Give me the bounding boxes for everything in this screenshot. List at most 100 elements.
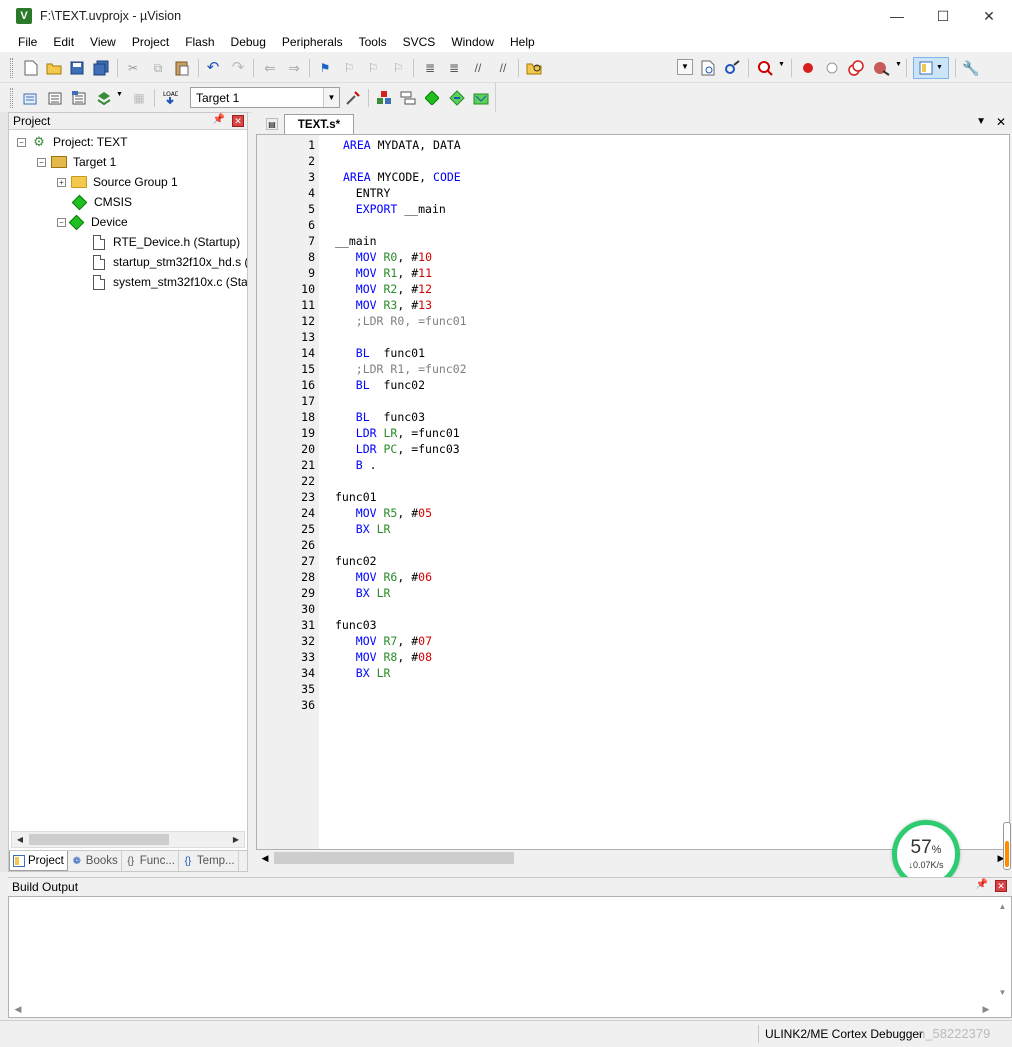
code-editor[interactable]: 1 AREA MYDATA, DATA 2 3 AREA MYCODE, CODE 4 E… bbox=[256, 134, 1010, 850]
scroll-up-icon[interactable]: ▲ bbox=[994, 899, 1011, 913]
menu-debug[interactable]: Debug bbox=[223, 32, 274, 52]
code-line[interactable]: 2 bbox=[257, 153, 997, 169]
code-line[interactable]: 23 func01 bbox=[257, 489, 997, 505]
project-hscrollbar[interactable]: ◀ ▶ bbox=[11, 831, 245, 848]
translate-icon[interactable] bbox=[21, 89, 39, 107]
menu-window[interactable]: Window bbox=[443, 32, 502, 52]
code-line[interactable]: 13 bbox=[257, 329, 997, 345]
tree-item-file[interactable]: startup_stm32f10x_hd.s ( bbox=[91, 252, 247, 272]
prev-bookmark-icon[interactable]: ⚐ bbox=[340, 59, 358, 77]
tree-item-device[interactable]: − Device bbox=[57, 212, 128, 232]
menu-edit[interactable]: Edit bbox=[45, 32, 82, 52]
find-in-files-icon[interactable] bbox=[525, 59, 543, 77]
code-line[interactable]: 12 ;LDR R0, =func01 bbox=[257, 313, 997, 329]
code-line[interactable]: 19 LDR LR, =func01 bbox=[257, 425, 997, 441]
menu-svcs[interactable]: SVCS bbox=[395, 32, 444, 52]
new-file-icon[interactable] bbox=[22, 59, 40, 77]
code-line[interactable]: 35 bbox=[257, 681, 997, 697]
code-line[interactable]: 4 ENTRY bbox=[257, 185, 997, 201]
select-software-packs-icon[interactable] bbox=[472, 89, 490, 107]
tab-text-s[interactable]: TEXT.s* bbox=[284, 114, 354, 134]
code-line[interactable]: 3 AREA MYCODE, CODE bbox=[257, 169, 997, 185]
unindent-icon[interactable]: ≣ bbox=[445, 59, 463, 77]
collapse-icon[interactable]: − bbox=[17, 137, 26, 147]
maximize-button[interactable]: ☐ bbox=[920, 0, 966, 32]
code-line[interactable]: 32 MOV R7, #07 bbox=[257, 633, 997, 649]
code-line[interactable]: 9 MOV R1, #11 bbox=[257, 265, 997, 281]
collapse-icon[interactable]: − bbox=[57, 217, 66, 227]
minimize-button[interactable]: — bbox=[874, 0, 920, 32]
code-line[interactable]: 18 BL func03 bbox=[257, 409, 997, 425]
options-for-target-icon[interactable] bbox=[344, 89, 362, 107]
close-icon[interactable]: ✕ bbox=[995, 880, 1007, 892]
find-dropdown-icon[interactable]: ▼ bbox=[677, 59, 693, 75]
insert-breakpoint-icon[interactable] bbox=[799, 59, 817, 77]
download-load-icon[interactable]: LOAD bbox=[161, 89, 179, 107]
menu-project[interactable]: Project bbox=[124, 32, 177, 52]
pin-icon[interactable]: 📌 bbox=[213, 114, 225, 125]
pin-icon[interactable]: 📌 bbox=[976, 879, 988, 890]
code-line[interactable]: 24 MOV R5, #05 bbox=[257, 505, 997, 521]
pack-installer-icon[interactable] bbox=[448, 89, 466, 107]
incremental-find-icon[interactable] bbox=[699, 59, 717, 77]
code-line[interactable]: 21 B . bbox=[257, 457, 997, 473]
code-line[interactable]: 27 func02 bbox=[257, 553, 997, 569]
tree-item-cmsis[interactable]: CMSIS bbox=[71, 192, 132, 212]
code-line[interactable]: 25 BX LR bbox=[257, 521, 997, 537]
close-icon[interactable]: ✕ bbox=[232, 115, 244, 127]
menu-file[interactable]: File bbox=[10, 32, 45, 52]
tree-item-project[interactable]: − ⚙ Project: TEXT bbox=[17, 132, 127, 152]
scroll-thumb[interactable] bbox=[274, 852, 514, 864]
toolbar-grip[interactable] bbox=[10, 88, 13, 108]
batch-build-icon[interactable] bbox=[95, 89, 113, 107]
undo-icon[interactable]: ↶ bbox=[204, 59, 222, 77]
uncomment-icon[interactable]: // bbox=[494, 59, 512, 77]
collapse-icon[interactable]: − bbox=[37, 157, 46, 167]
code-line[interactable]: 22 bbox=[257, 473, 997, 489]
chevron-down-icon[interactable]: ▼ bbox=[323, 88, 339, 107]
code-line[interactable]: 14 BL func01 bbox=[257, 345, 997, 361]
menu-peripherals[interactable]: Peripherals bbox=[274, 32, 351, 52]
code-line[interactable]: 28 MOV R6, #06 bbox=[257, 569, 997, 585]
save-all-icon[interactable] bbox=[92, 59, 110, 77]
menu-flash[interactable]: Flash bbox=[177, 32, 222, 52]
close-window-button[interactable]: ✕ bbox=[966, 0, 1012, 32]
expand-icon[interactable]: + bbox=[57, 177, 66, 187]
code-line[interactable]: 20 LDR PC, =func03 bbox=[257, 441, 997, 457]
disable-breakpoints-icon[interactable] bbox=[847, 59, 865, 77]
scroll-left-icon[interactable]: ◀ bbox=[258, 851, 272, 866]
scroll-right-icon[interactable]: ▶ bbox=[979, 1001, 993, 1017]
paste-icon[interactable] bbox=[173, 59, 191, 77]
code-line[interactable]: 8 MOV R0, #10 bbox=[257, 249, 997, 265]
tab-project[interactable]: Project bbox=[9, 851, 68, 871]
manage-rte-icon[interactable] bbox=[423, 89, 441, 107]
manage-components-icon[interactable] bbox=[375, 89, 393, 107]
menu-help[interactable]: Help bbox=[502, 32, 543, 52]
code-line[interactable]: 5 EXPORT __main bbox=[257, 201, 997, 217]
close-tab-icon[interactable]: ✕ bbox=[996, 115, 1006, 129]
batch-dropdown-icon[interactable]: ▼ bbox=[116, 91, 123, 98]
code-line[interactable]: 33 MOV R8, #08 bbox=[257, 649, 997, 665]
tree-item-file[interactable]: RTE_Device.h (Startup) bbox=[91, 232, 240, 252]
bookmark-icon[interactable]: ⚑ bbox=[316, 59, 334, 77]
file-extensions-icon[interactable] bbox=[399, 89, 417, 107]
scroll-thumb[interactable] bbox=[29, 834, 169, 845]
tree-item-file[interactable]: system_stm32f10x.c (Star bbox=[91, 272, 247, 292]
copy-icon[interactable]: ⧉ bbox=[149, 59, 167, 77]
configure-wrench-icon[interactable]: 🔧 bbox=[962, 59, 980, 77]
code-line[interactable]: 31 func03 bbox=[257, 617, 997, 633]
window-layout-button[interactable]: ▼ bbox=[913, 57, 949, 79]
scroll-left-icon[interactable]: ◀ bbox=[12, 832, 28, 847]
toolbar-grip[interactable] bbox=[10, 58, 13, 78]
debug-session-icon[interactable] bbox=[756, 59, 774, 77]
build-icon[interactable] bbox=[46, 89, 64, 107]
build-output-pane[interactable]: ▲ ▼ ◀ ▶ bbox=[8, 896, 1012, 1018]
code-line[interactable]: 36 bbox=[257, 697, 997, 713]
code-line[interactable]: 15 ;LDR R1, =func02 bbox=[257, 361, 997, 377]
clear-bookmarks-icon[interactable]: ⚐ bbox=[389, 59, 407, 77]
edge-scroll-indicator[interactable] bbox=[1003, 822, 1011, 870]
kill-breakpoints-icon[interactable] bbox=[872, 59, 890, 77]
menu-view[interactable]: View bbox=[82, 32, 124, 52]
menu-tools[interactable]: Tools bbox=[351, 32, 395, 52]
debug-dropdown-icon[interactable]: ▼ bbox=[778, 61, 785, 68]
